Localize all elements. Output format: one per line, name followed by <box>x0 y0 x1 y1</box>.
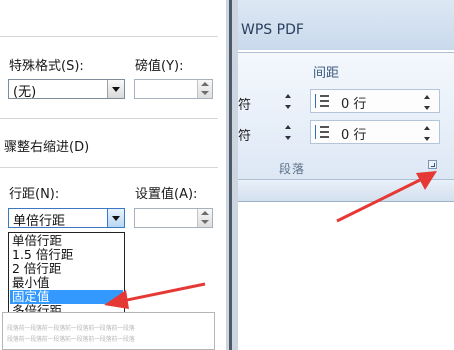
line-spacing-before-icon <box>315 94 329 108</box>
section-divider <box>0 118 218 119</box>
line-spacing-after-icon <box>315 125 329 139</box>
paragraph-group <box>238 52 454 180</box>
measure-label: 磅值(Y): <box>135 59 184 74</box>
dropdown-option-selected[interactable]: 固定值 <box>10 290 123 304</box>
special-format-value: (无) <box>13 85 37 100</box>
chevron-down-icon[interactable] <box>107 80 124 98</box>
paragraph-dialog: 特殊格式(S): 磅值(Y): (无) 骤整右缩进(D) 行距(N): 设置值(… <box>0 0 226 350</box>
spinner-arrows-icon[interactable] <box>424 126 432 142</box>
special-format-label: 特殊格式(S): <box>9 59 84 74</box>
dialog-launcher-icon[interactable] <box>428 160 437 169</box>
special-format-select[interactable]: (无) <box>8 79 125 100</box>
line-spacing-label: 行距(N): <box>9 187 60 202</box>
ribbon-tab-bar: WPS PDF <box>238 0 454 50</box>
section-divider <box>0 167 218 168</box>
dropdown-option[interactable]: 2 倍行距 <box>10 262 123 276</box>
spacing-before-field[interactable] <box>310 89 440 113</box>
spinner-arrows-icon[interactable] <box>197 209 212 227</box>
indent-unit-text: 符 <box>238 98 252 113</box>
preview-line: 段落前一段落前一段落前一段落前一段落前一段落 <box>7 336 135 343</box>
spacing-title: 间距 <box>313 66 340 81</box>
dropdown-option[interactable]: 1.5 倍行距 <box>10 248 123 262</box>
indent-checkbox-label[interactable]: 骤整右缩进(D) <box>4 136 89 155</box>
line-spacing-select[interactable]: 单倍行距 <box>8 208 125 229</box>
line-spacing-value: 单倍行距 <box>13 214 66 229</box>
spinner-arrows-icon[interactable] <box>285 94 293 110</box>
spacing-after-field[interactable] <box>310 120 440 144</box>
spacing-before-value: 0 行 <box>341 97 367 112</box>
spacing-after-value: 0 行 <box>341 128 367 143</box>
chevron-down-icon[interactable] <box>107 209 124 227</box>
indent-unit-text: 符 <box>238 129 252 144</box>
dropdown-option[interactable]: 单倍行距 <box>10 234 123 248</box>
set-value-label: 设置值(A): <box>135 187 198 202</box>
document-area[interactable] <box>238 202 454 350</box>
ribbon-bottom-band <box>238 180 454 202</box>
tab-wps-pdf[interactable]: WPS PDF <box>241 22 304 38</box>
preview-box: 段落前一段落前一段落前一段落前一段落前一段落 段落前一段落前一段落前一段落前一段… <box>2 312 215 350</box>
set-value-spinner[interactable] <box>134 208 213 228</box>
paragraph-group-label: 段落 <box>279 162 306 176</box>
dropdown-option[interactable]: 最小值 <box>10 276 123 290</box>
divider-line <box>229 0 232 350</box>
preview-line: 段落前一段落前一段落前一段落前一段落前一段落 <box>7 325 135 332</box>
line-spacing-dropdown[interactable]: 单倍行距 1.5 倍行距 2 倍行距 最小值 固定值 多倍行距 <box>8 232 125 320</box>
section-divider <box>0 36 218 37</box>
spinner-arrows-icon[interactable] <box>285 125 293 141</box>
spinner-arrows-icon[interactable] <box>197 80 212 98</box>
ribbon-panel: WPS PDF 间距 符 0 行 符 0 行 段落 <box>238 0 454 350</box>
measure-spinner[interactable] <box>134 79 213 99</box>
window-divider <box>226 0 238 350</box>
spinner-arrows-icon[interactable] <box>424 95 432 111</box>
